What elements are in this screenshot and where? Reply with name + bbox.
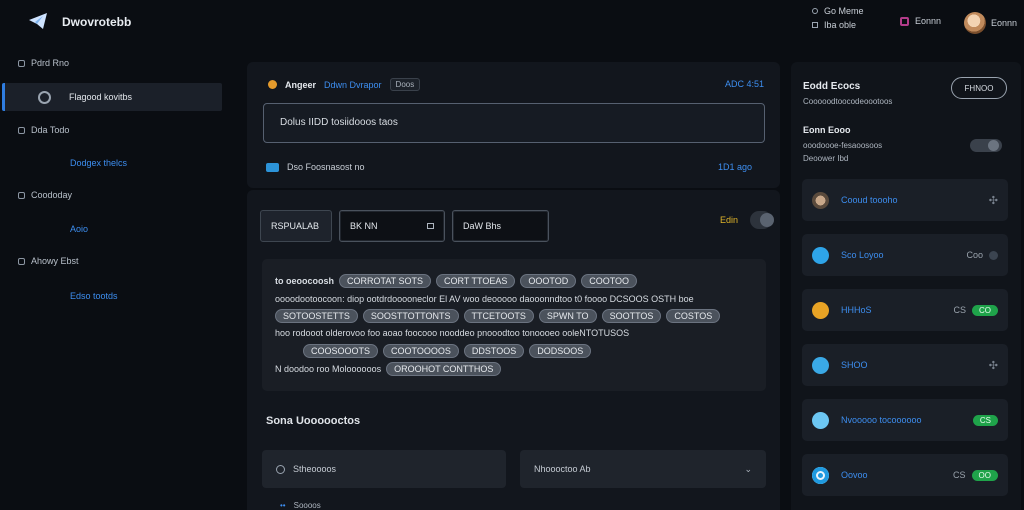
- integration-item[interactable]: Cooud toooho ✣: [802, 179, 1008, 221]
- list-icon: ••: [280, 501, 286, 510]
- sidebar-sub-2[interactable]: Aoio: [70, 224, 88, 234]
- right-action-button[interactable]: FHNOO: [951, 77, 1007, 99]
- toggle-label: Edin: [720, 215, 739, 225]
- chevron-down-icon: ⌄: [744, 463, 752, 474]
- avatar: [964, 12, 986, 34]
- integration-item[interactable]: Nvooooo tocoooooo CS: [802, 399, 1008, 441]
- filter-line-2: oooodootoocoon: diop ootdrdooooneclor El…: [275, 294, 694, 304]
- app-icon: [812, 301, 829, 319]
- filter-chip[interactable]: OROOHOT CONTTHOS: [386, 362, 502, 376]
- filter-chip[interactable]: CORT TTOEAS: [436, 274, 516, 288]
- grid-icon: [812, 22, 818, 28]
- flame-icon: [268, 80, 277, 89]
- sidebar-group-1[interactable]: Pdrd Rno: [18, 58, 69, 68]
- search-input[interactable]: Dolus IIDD tosiidooos taos: [263, 103, 765, 143]
- status-badge: CS: [972, 414, 998, 426]
- notification-icon: [900, 16, 909, 26]
- filter-chip[interactable]: SOOTTOS: [601, 309, 662, 323]
- filter-chip[interactable]: DODSOOS: [529, 344, 592, 358]
- list-item[interactable]: •• Soooos: [280, 501, 321, 510]
- status-badge: CO: [972, 304, 998, 316]
- sidebar-sub-3[interactable]: Edso tootds: [70, 291, 118, 301]
- select-right[interactable]: Nhoooctoo Ab ⌄: [520, 450, 766, 488]
- filter-chip[interactable]: OOOTOD: [520, 274, 577, 288]
- right-section-title: Eonn Eooo: [803, 125, 851, 135]
- chevron-icon: [427, 223, 434, 229]
- integration-item[interactable]: SHOO ✣: [802, 344, 1008, 386]
- filter-line-6: N doodoo roo Moloooooos OROOHOT CONTTHOS: [275, 362, 502, 376]
- select-left[interactable]: Stheoooos: [262, 450, 506, 488]
- toggle-knob: [988, 140, 999, 151]
- right-section-line-2: Deoower Ibd: [803, 154, 849, 163]
- snowflake-icon: [812, 356, 829, 374]
- tab-1[interactable]: RSPUALAB: [260, 210, 332, 242]
- tab-3[interactable]: DaW Bhs: [452, 210, 549, 242]
- status-dot: [989, 250, 998, 260]
- filter-chip[interactable]: COOTOO: [581, 274, 638, 288]
- filter-line-5: COOSOOOTS COOTOOOOS DDSTOOS DODSOOS: [303, 344, 592, 358]
- integration-item[interactable]: HHHoS CS CO: [802, 289, 1008, 331]
- corner-value: ADC 4:51: [725, 79, 765, 89]
- avatar-icon: [812, 191, 829, 209]
- filter-chip[interactable]: COSTOS: [666, 309, 721, 323]
- app-icon: [812, 246, 829, 264]
- card-icon: [266, 162, 279, 172]
- snowflake-icon: [812, 411, 829, 429]
- move-icon[interactable]: ✣: [989, 359, 998, 372]
- toggle-knob: [760, 213, 774, 227]
- section-title: Sona Uoooooctos: [266, 415, 361, 427]
- app-icon: [812, 466, 829, 484]
- filter-line-3: SOTOOSTETTS SOOSTTOTTONTS TTCETOOTS SPWN…: [275, 309, 721, 323]
- panel-header: Angeer Ddwn Dvrapor Doos: [268, 78, 421, 91]
- filter-chip[interactable]: DDSTOOS: [463, 344, 525, 358]
- sidebar-group-2[interactable]: Dda Todo: [18, 125, 69, 135]
- status-icon: [812, 8, 818, 14]
- filter-chip[interactable]: SOTOOSTETTS: [275, 309, 358, 323]
- integration-item[interactable]: Sco Loyoo Coo: [802, 234, 1008, 276]
- right-subtitle: Cooooodtoocodeoootoos: [803, 97, 893, 106]
- status-badge: Doos: [389, 78, 421, 91]
- filter-chip[interactable]: SPWN TO: [538, 309, 597, 323]
- filter-chip[interactable]: COOSOOOTS: [303, 344, 379, 358]
- sidebar-group-4[interactable]: Ahowy Ebst: [18, 256, 79, 266]
- right-section-line-1: ooodoooe-fesaoosoos: [803, 141, 883, 150]
- header-link[interactable]: Ddwn Dvrapor: [324, 80, 382, 90]
- sidebar-item-active[interactable]: Flagood kovitbs: [2, 83, 222, 111]
- app-name: Dwovrotebb: [62, 15, 132, 29]
- filter-line-1: to oeoocoosh CORROTAT SOTS CORT TTOEAS O…: [275, 274, 638, 288]
- filter-chip[interactable]: TTCETOOTS: [463, 309, 534, 323]
- info-row: Dso Foosnasost no: [266, 162, 365, 172]
- info-row-value: 1D1 ago: [718, 162, 753, 172]
- move-icon[interactable]: ✣: [989, 194, 998, 207]
- settings-icon: [38, 90, 51, 104]
- integration-item[interactable]: Oovoo CS OO: [802, 454, 1008, 496]
- toggle-switch[interactable]: [750, 211, 774, 229]
- tab-2[interactable]: BK NN: [339, 210, 445, 242]
- search-icon: [276, 464, 285, 474]
- sidebar-group-3[interactable]: Coododay: [18, 190, 72, 200]
- topbar-notifications[interactable]: Eonnn: [900, 16, 941, 26]
- filter-line-4: hoo rodooot olderovoo foo aoao foocooo n…: [275, 328, 630, 338]
- folder-icon: [18, 59, 25, 67]
- filter-chip[interactable]: CORROTAT SOTS: [339, 274, 432, 288]
- filter-chip[interactable]: SOOSTTOTTONTS: [362, 309, 459, 323]
- folder-icon: [18, 191, 25, 199]
- topbar-status: Go Meme Iba oble: [812, 6, 864, 30]
- paper-plane-icon: [29, 13, 47, 29]
- filter-chip[interactable]: COOTOOOOS: [383, 344, 459, 358]
- folder-icon: [18, 257, 25, 265]
- user-menu[interactable]: Eonnn: [964, 12, 1017, 34]
- right-title: Eodd Ecocs: [803, 81, 861, 92]
- status-badge: OO: [971, 469, 998, 481]
- folder-icon: [18, 126, 25, 134]
- sidebar-sub-1[interactable]: Dodgex thelcs: [70, 158, 127, 168]
- right-toggle[interactable]: [970, 139, 1002, 152]
